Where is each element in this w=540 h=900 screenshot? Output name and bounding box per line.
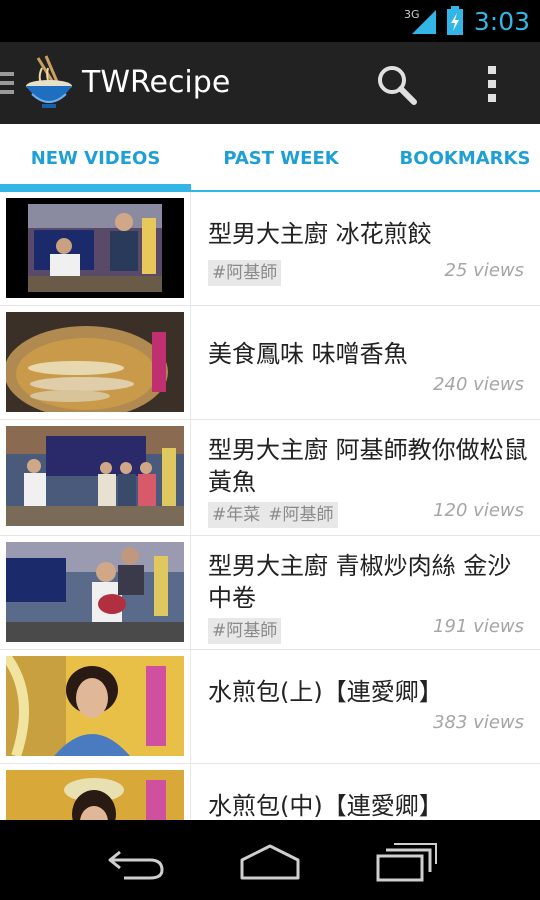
column-divider — [190, 192, 191, 305]
search-icon[interactable] — [374, 62, 420, 108]
video-title: 美食鳳味 味噌香魚 — [208, 340, 408, 368]
tab-new-videos[interactable]: NEW VIDEOS — [0, 124, 191, 190]
video-title: 型男大主廚 阿基師教你做松鼠黃魚 — [208, 436, 528, 496]
list-item[interactable]: 型男大主廚 青椒炒肉絲 金沙中卷 #阿基師 191 views — [0, 536, 540, 650]
video-thumbnail — [6, 198, 184, 298]
list-item[interactable]: 型男大主廚 冰花煎餃 #阿基師 25 views — [0, 192, 540, 306]
view-count: 383 views — [433, 712, 524, 733]
drawer-indicator-icon[interactable] — [0, 72, 14, 99]
tag[interactable]: #年菜 — [208, 502, 265, 528]
column-divider — [190, 536, 191, 649]
column-divider — [190, 306, 191, 419]
overflow-menu-icon[interactable] — [480, 64, 504, 104]
tab-past-week[interactable]: PAST WEEK — [191, 124, 371, 190]
view-count: 191 views — [433, 616, 524, 637]
battery-icon — [446, 6, 463, 35]
video-title: 型男大主廚 青椒炒肉絲 金沙中卷 — [208, 552, 512, 612]
list-item[interactable]: 美食鳳味 味噌香魚 240 views — [0, 306, 540, 420]
noodle-bowl-icon[interactable] — [24, 54, 74, 112]
tag-list: #年菜 #阿基師 — [208, 502, 338, 528]
list-item[interactable]: 型男大主廚 阿基師教你做松鼠黃魚 #年菜 #阿基師 120 views — [0, 420, 540, 536]
home-icon[interactable] — [238, 838, 302, 882]
tag-list: #阿基師 — [208, 618, 282, 644]
view-count: 240 views — [433, 374, 524, 395]
tag[interactable]: #阿基師 — [208, 618, 282, 644]
video-thumbnail — [6, 770, 184, 820]
tab-strip: NEW VIDEOS PAST WEEK BOOKMARKS — [0, 124, 540, 192]
network-type: 3G — [404, 8, 420, 21]
tag[interactable]: #阿基師 — [264, 502, 338, 528]
status-bar: 3G 3:03 — [0, 0, 540, 42]
video-thumbnail — [6, 656, 184, 756]
video-title: 水煎包(上)【連愛卿】 — [208, 678, 443, 706]
back-icon[interactable] — [104, 838, 168, 882]
video-thumbnail — [6, 542, 184, 642]
column-divider — [190, 650, 191, 763]
app-title: TWRecipe — [82, 65, 231, 100]
action-bar: TWRecipe — [0, 42, 540, 124]
video-thumbnail — [6, 312, 184, 412]
tag-list: #阿基師 — [208, 260, 282, 286]
column-divider — [190, 420, 191, 535]
clock: 3:03 — [473, 6, 530, 36]
view-count: 120 views — [433, 500, 524, 521]
tab-bookmarks[interactable]: BOOKMARKS — [385, 124, 540, 190]
video-list: 型男大主廚 冰花煎餃 #阿基師 25 views 美食鳳味 味噌香魚 240 v… — [0, 192, 540, 820]
video-title: 型男大主廚 冰花煎餃 — [208, 220, 432, 248]
column-divider — [190, 764, 191, 820]
video-title: 水煎包(中)【連愛卿】 — [208, 792, 443, 820]
view-count: 25 views — [444, 260, 524, 281]
signal-3g-icon: 3G — [404, 8, 436, 34]
recent-apps-icon[interactable] — [374, 838, 438, 882]
navigation-bar — [0, 820, 540, 900]
selected-tab-indicator — [0, 184, 191, 192]
video-thumbnail — [6, 426, 184, 526]
list-item[interactable]: 水煎包(上)【連愛卿】 383 views — [0, 650, 540, 764]
tag[interactable]: #阿基師 — [208, 260, 282, 286]
list-item[interactable]: 水煎包(中)【連愛卿】 — [0, 764, 540, 820]
